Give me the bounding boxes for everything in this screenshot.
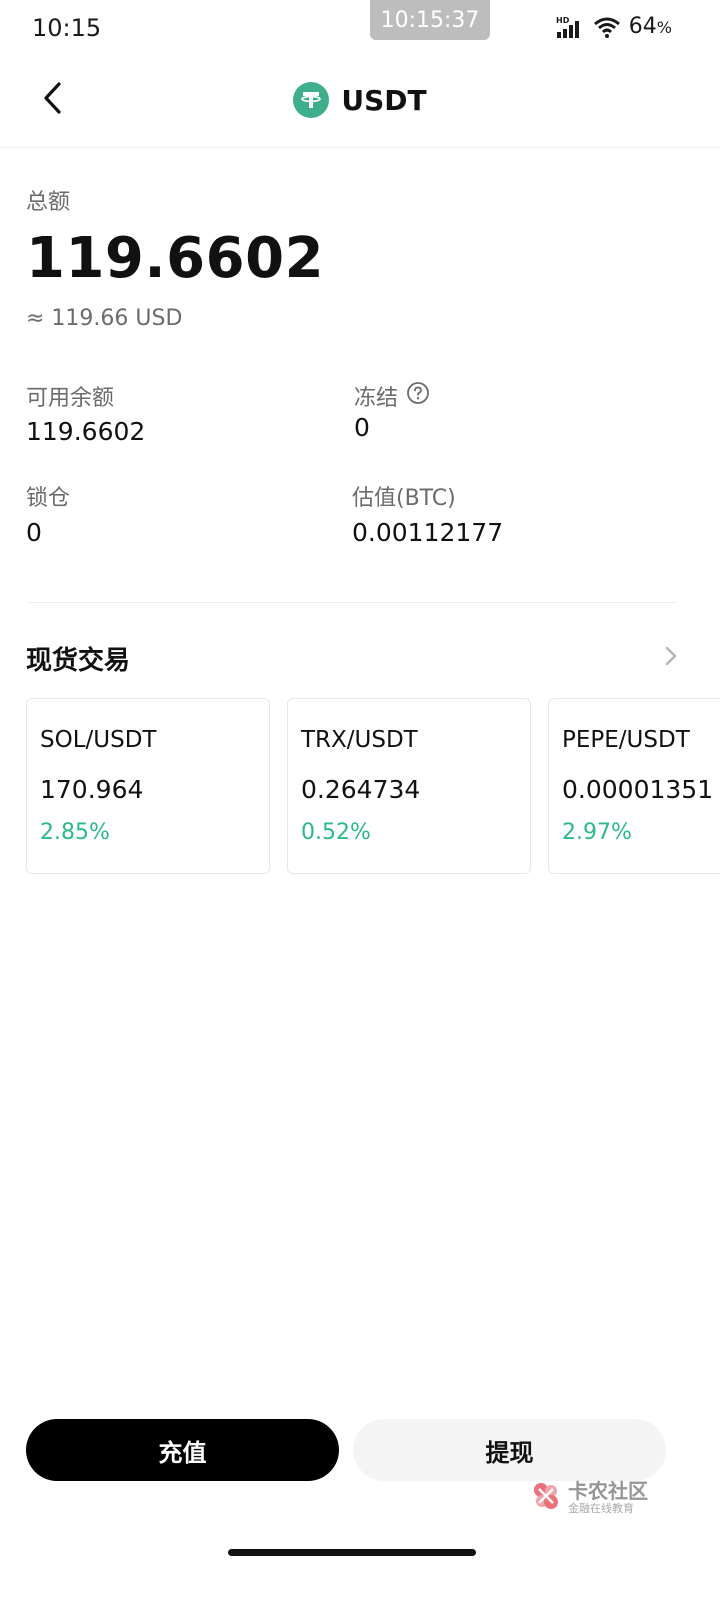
- total-label: 总额: [26, 190, 71, 215]
- available-value: 119.6602: [26, 417, 146, 446]
- btc-estimate-value: 0.00112177: [352, 518, 504, 547]
- watermark: 卡农社区 金融在线教育: [530, 1480, 648, 1516]
- status-time: 10:15: [32, 14, 102, 42]
- watermark-sub-text: 金融在线教育: [568, 1502, 634, 1515]
- home-indicator[interactable]: [228, 1549, 476, 1556]
- help-icon[interactable]: [406, 381, 430, 411]
- watermark-logo-icon: [530, 1480, 562, 1516]
- battery-level: 64%: [628, 14, 672, 39]
- header-title-group: USDT: [0, 78, 720, 122]
- header-divider: [0, 147, 720, 148]
- card-price: 0.264734: [301, 775, 421, 804]
- spot-cards-scroller[interactable]: SOL/USDT 170.964 2.85% TRX/USDT 0.264734…: [0, 690, 720, 890]
- frozen-label: 冻结: [354, 386, 399, 411]
- spot-more-button[interactable]: [664, 644, 678, 672]
- frozen-value: 0: [354, 413, 370, 442]
- available-label: 可用余额: [26, 386, 115, 411]
- page-title: USDT: [341, 83, 427, 117]
- deposit-button[interactable]: 充值: [26, 1419, 339, 1481]
- section-divider: [26, 602, 676, 603]
- card-pair: SOL/USDT: [40, 727, 157, 753]
- spot-card-sol[interactable]: SOL/USDT 170.964 2.85%: [26, 698, 270, 874]
- chevron-right-icon: [664, 646, 678, 672]
- frozen-label-group: 冻结: [354, 380, 430, 412]
- clock-pill: 10:15:37: [370, 0, 490, 40]
- status-icons: HD 64%: [555, 14, 672, 39]
- spot-card-pepe[interactable]: PEPE/USDT 0.00001351 2.97%: [548, 698, 720, 874]
- total-usd-value: ≈ 119.66 USD: [26, 306, 183, 331]
- locked-label: 锁仓: [26, 486, 71, 511]
- card-pair: TRX/USDT: [301, 727, 418, 753]
- card-price: 170.964: [40, 775, 144, 804]
- card-change: 2.97%: [562, 820, 632, 845]
- card-change: 0.52%: [301, 820, 371, 845]
- btc-estimate-label: 估值(BTC): [352, 486, 456, 511]
- spot-trading-title: 现货交易: [26, 646, 131, 676]
- withdraw-button[interactable]: 提现: [353, 1419, 666, 1481]
- svg-text:HD: HD: [556, 16, 570, 25]
- total-amount: 119.6602: [26, 226, 325, 291]
- hd-signal-icon: HD: [555, 15, 585, 39]
- spot-card-trx[interactable]: TRX/USDT 0.264734 0.52%: [287, 698, 531, 874]
- tether-logo-icon: [293, 82, 330, 118]
- locked-value: 0: [26, 518, 42, 547]
- wifi-icon: [593, 15, 621, 39]
- card-pair: PEPE/USDT: [562, 727, 690, 753]
- card-change: 2.85%: [40, 820, 110, 845]
- card-price: 0.00001351: [562, 775, 714, 804]
- watermark-main-text: 卡农社区: [568, 1479, 648, 1503]
